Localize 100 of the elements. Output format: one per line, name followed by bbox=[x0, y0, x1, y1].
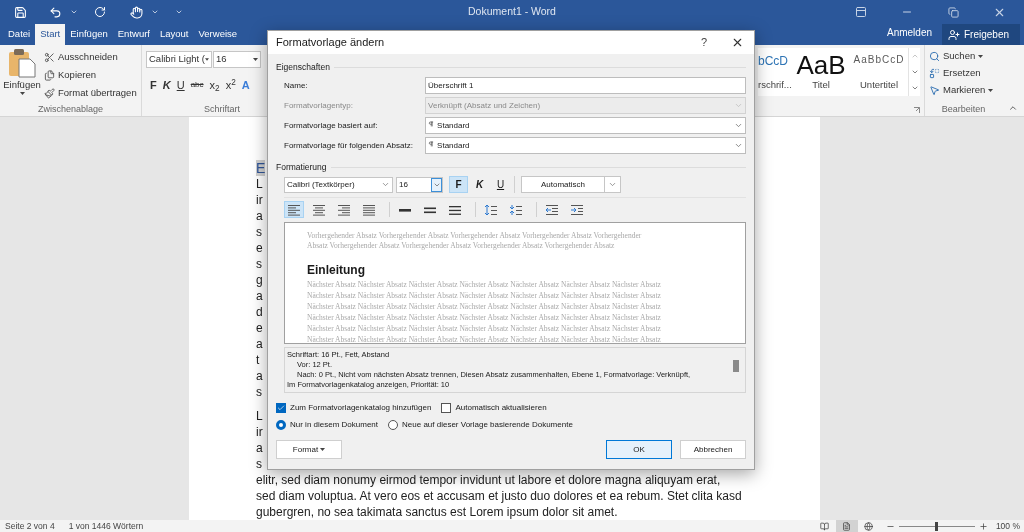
cut-button[interactable]: Ausschneiden bbox=[44, 50, 137, 65]
field-label: Formatvorlage für folgenden Absatz: bbox=[284, 139, 414, 152]
section-heading: Formatierung bbox=[276, 160, 327, 174]
style-item[interactable]: bCcD rschrif... bbox=[758, 48, 792, 96]
pilcrow-icon bbox=[428, 141, 435, 147]
collapse-ribbon-icon[interactable] bbox=[1008, 103, 1018, 113]
radio-button[interactable] bbox=[276, 420, 286, 430]
copy-button[interactable]: Kopieren bbox=[44, 68, 137, 83]
name-field[interactable]: Überschrift 1 bbox=[425, 77, 746, 94]
search-icon bbox=[929, 51, 940, 62]
checkbox[interactable] bbox=[276, 403, 286, 413]
replace-button[interactable]: Ersetzen bbox=[929, 66, 1002, 81]
align-left-icon bbox=[287, 203, 301, 216]
italic-button[interactable]: K bbox=[470, 176, 489, 193]
chevron-down-icon[interactable] bbox=[70, 8, 78, 16]
font-select[interactable]: Calibri Light ( bbox=[146, 51, 212, 68]
effects-button[interactable]: A bbox=[241, 77, 250, 94]
caret-icon bbox=[253, 58, 258, 61]
style-select[interactable]: Standard bbox=[425, 137, 746, 154]
font-size-select[interactable]: 16 bbox=[396, 176, 443, 193]
section-heading: Eigenschaften bbox=[276, 60, 330, 74]
bold-button[interactable]: F bbox=[449, 176, 468, 193]
sign-in-link[interactable]: Anmelden bbox=[886, 25, 932, 40]
sup-button[interactable]: x$^{2}$ bbox=[225, 77, 236, 94]
caret-icon bbox=[988, 89, 994, 92]
search-button[interactable]: Suchen bbox=[929, 49, 1002, 64]
help-button[interactable]: ? bbox=[700, 34, 707, 51]
style-item[interactable]: AaB Titel bbox=[792, 48, 850, 96]
body-text-line: sed diam voluptua. At vero eos et accusam et justo duo dolores et ea rebum. Stet clita kasd bbox=[256, 488, 742, 504]
dialog-title: Formatvorlage ändern bbox=[276, 35, 385, 51]
ribbon-tab[interactable]: Layout bbox=[155, 24, 194, 45]
share-button[interactable]: Freigeben bbox=[942, 24, 1020, 45]
paste-button[interactable]: Einfügen bbox=[2, 48, 42, 96]
format-menu-button[interactable]: Format bbox=[276, 440, 342, 459]
clipboard-icon bbox=[8, 48, 36, 78]
underline-button[interactable]: U bbox=[491, 176, 510, 193]
caret-icon bbox=[978, 55, 984, 58]
restore-icon[interactable] bbox=[947, 6, 959, 18]
save-icon[interactable] bbox=[14, 5, 27, 19]
sub-button[interactable]: x$_{2}$ bbox=[209, 77, 220, 94]
justify-icon bbox=[362, 203, 376, 216]
group-label: Bearbeiten bbox=[941, 102, 986, 116]
style-select[interactable]: Standard bbox=[425, 117, 746, 134]
page-icon bbox=[842, 521, 852, 531]
preview-heading: Einleitung bbox=[307, 263, 365, 277]
launcher-icon[interactable] bbox=[914, 106, 920, 113]
caret-icon bbox=[204, 58, 209, 61]
body-text-line: gubergren, no sea takimata sanctus est Lorem ipsum dolor sit amet. bbox=[256, 504, 618, 520]
align-left-button[interactable] bbox=[284, 201, 304, 218]
radio-button[interactable] bbox=[388, 420, 399, 430]
body-text-line: L bbox=[256, 408, 263, 424]
redo-icon[interactable] bbox=[94, 6, 106, 18]
font-select[interactable]: Calibri (Textkörper) bbox=[284, 176, 393, 193]
body-text-line: a bbox=[256, 336, 263, 352]
color-select[interactable]: Automatisch bbox=[521, 176, 621, 193]
zoom-in-icon[interactable] bbox=[978, 521, 988, 531]
page-count[interactable]: Seite 2 von 4 bbox=[5, 519, 55, 532]
italic-button[interactable]: K bbox=[162, 77, 171, 94]
underline-button[interactable]: U bbox=[176, 77, 185, 94]
body-text-line: L bbox=[256, 176, 263, 192]
ribbon-display-icon[interactable] bbox=[855, 6, 867, 18]
ribbon-tab[interactable]: Verweise bbox=[193, 24, 243, 45]
body-text-line: s bbox=[256, 384, 262, 400]
close-icon[interactable] bbox=[731, 36, 744, 49]
pages-icon bbox=[44, 70, 55, 81]
caret-icon bbox=[320, 448, 326, 451]
bold-button[interactable]: F bbox=[150, 77, 157, 94]
body-text-line: ir bbox=[256, 192, 263, 208]
zoom-level[interactable]: 100 % bbox=[995, 519, 1020, 532]
zoom-slider-thumb[interactable] bbox=[935, 521, 939, 531]
body-text-line: e bbox=[256, 320, 263, 336]
ribbon-tab[interactable]: Entwurf bbox=[112, 24, 155, 45]
strike-button[interactable]: abc bbox=[190, 79, 204, 92]
user-add-icon bbox=[948, 28, 960, 41]
brush-button[interactable]: Format übertragen bbox=[44, 86, 137, 101]
cancel-button[interactable]: Abbrechen bbox=[680, 440, 746, 459]
ribbon-tab[interactable]: Start bbox=[35, 24, 66, 45]
chevron-down-icon[interactable] bbox=[151, 8, 159, 16]
body-text-line: elitr, sed diam nonumy eirmod tempor invidunt ut labore et dolore magna aliquyam erat, bbox=[256, 472, 721, 488]
ribbon-tab[interactable]: Einfügen bbox=[65, 24, 113, 45]
chevron-down-icon[interactable] bbox=[175, 8, 183, 16]
checkbox[interactable] bbox=[441, 403, 452, 413]
ribbon-tab[interactable]: Datei bbox=[3, 24, 36, 45]
double-spacing-icon bbox=[448, 203, 462, 216]
outdent-icon bbox=[545, 203, 559, 216]
hand-icon[interactable] bbox=[130, 5, 143, 19]
body-text-line: a bbox=[256, 288, 263, 304]
font-size-select[interactable]: 16 bbox=[213, 51, 261, 68]
word-count[interactable]: 1 von 1446 Wörtern bbox=[68, 519, 144, 532]
field-label: Formatvorlagentyp: bbox=[284, 99, 354, 112]
scissors-icon bbox=[44, 52, 55, 63]
style-item[interactable]: AaBbCcD Untertitel bbox=[850, 48, 908, 96]
ok-button[interactable]: OK bbox=[606, 440, 672, 459]
select-button[interactable]: Markieren bbox=[929, 83, 1002, 98]
print-view-button[interactable] bbox=[835, 520, 858, 532]
radio-label: Neue auf dieser Vorlage basierende Dokumente bbox=[402, 419, 573, 431]
scrollbar[interactable] bbox=[733, 360, 739, 372]
body-text-line: a bbox=[256, 208, 263, 224]
paintbrush-icon bbox=[44, 88, 55, 99]
undo-icon[interactable] bbox=[49, 5, 62, 19]
